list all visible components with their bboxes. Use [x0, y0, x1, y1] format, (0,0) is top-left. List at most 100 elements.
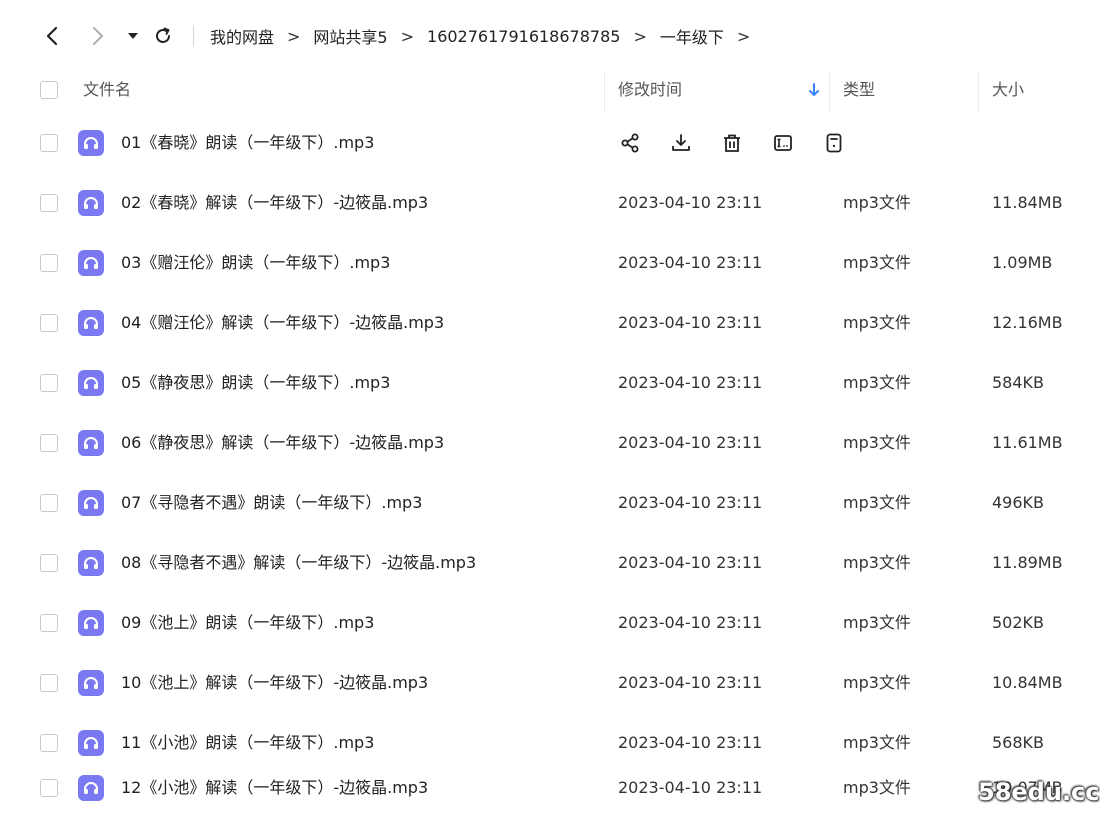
navigation-bar: 我的网盘 > 网站共享5 > 1602761791618678785 > 一年级… [0, 0, 1100, 72]
column-divider[interactable] [978, 72, 979, 112]
column-header-modified[interactable]: 修改时间 [618, 72, 682, 108]
file-type: mp3文件 [843, 613, 911, 632]
file-modified-time: 2023-04-10 23:11 [618, 433, 763, 452]
file-modified-time: 2023-04-10 23:11 [618, 193, 763, 212]
file-row[interactable]: 08《寻隐者不遇》解读（一年级下）-边筱晶.mp3 2023-04-10 23:… [0, 533, 1100, 593]
download-button[interactable] [669, 131, 693, 155]
breadcrumb-item[interactable]: 我的网盘 [210, 24, 274, 48]
headphones-icon [84, 317, 98, 329]
row-checkbox[interactable] [40, 434, 58, 452]
chevron-left-icon [46, 26, 58, 46]
row-checkbox[interactable] [40, 254, 58, 272]
headphones-icon [84, 677, 98, 689]
headphones-icon [84, 617, 98, 629]
file-modified-time: 2023-04-10 23:11 [618, 613, 763, 632]
audio-file-icon [78, 490, 104, 516]
file-name[interactable]: 01《春晓》朗读（一年级下）.mp3 [121, 113, 374, 173]
back-button[interactable] [40, 22, 64, 50]
delete-button[interactable] [720, 131, 744, 155]
file-name[interactable]: 03《赠汪伦》朗读（一年级下）.mp3 [121, 233, 390, 293]
forward-button[interactable] [86, 22, 110, 50]
file-type: mp3文件 [843, 253, 911, 272]
audio-file-icon [78, 550, 104, 576]
file-row[interactable]: 01《春晓》朗读（一年级下）.mp3 [0, 113, 1100, 173]
row-checkbox[interactable] [40, 314, 58, 332]
file-modified-time: 2023-04-10 23:11 [618, 553, 763, 572]
audio-file-icon [78, 610, 104, 636]
row-checkbox[interactable] [40, 614, 58, 632]
chevron-right-icon [93, 27, 103, 45]
column-divider[interactable] [829, 72, 830, 112]
file-row[interactable]: 07《寻隐者不遇》朗读（一年级下）.mp3 2023-04-10 23:11 m… [0, 473, 1100, 533]
row-checkbox[interactable] [40, 374, 58, 392]
file-size: 1.09MB [992, 253, 1053, 272]
row-checkbox[interactable] [40, 194, 58, 212]
column-header-name[interactable]: 文件名 [83, 72, 131, 108]
breadcrumb: 我的网盘 > 网站共享5 > 1602761791618678785 > 一年级… [210, 22, 763, 50]
audio-file-icon [78, 775, 104, 801]
file-name[interactable]: 10《池上》解读（一年级下）-边筱晶.mp3 [121, 653, 428, 713]
audio-file-icon [78, 730, 104, 756]
more-button[interactable] [822, 131, 846, 155]
file-size: 584KB [992, 373, 1045, 392]
file-size: 502KB [992, 613, 1045, 632]
file-name[interactable]: 07《寻隐者不遇》朗读（一年级下）.mp3 [121, 473, 422, 533]
row-checkbox[interactable] [40, 494, 58, 512]
audio-file-icon [78, 250, 104, 276]
file-type: mp3文件 [843, 493, 911, 512]
sort-descending-icon[interactable] [807, 82, 821, 98]
breadcrumb-separator: > [400, 26, 415, 46]
file-row[interactable]: 03《赠汪伦》朗读（一年级下）.mp3 2023-04-10 23:11 mp3… [0, 233, 1100, 293]
file-name[interactable]: 08《寻隐者不遇》解读（一年级下）-边筱晶.mp3 [121, 533, 476, 593]
breadcrumb-separator: > [633, 26, 647, 46]
share-button[interactable] [618, 131, 642, 155]
file-row[interactable]: 10《池上》解读（一年级下）-边筱晶.mp3 2023-04-10 23:11 … [0, 653, 1100, 713]
column-header-type[interactable]: 类型 [843, 72, 875, 108]
breadcrumb-item[interactable]: 网站共享5 [313, 24, 387, 48]
file-row[interactable]: 04《赠汪伦》解读（一年级下）-边筱晶.mp3 2023-04-10 23:11… [0, 293, 1100, 353]
file-row[interactable]: 12《小池》解读（一年级下）-边筱晶.mp3 2023-04-10 23:11 … [0, 758, 1100, 818]
file-row[interactable]: 02《春晓》解读（一年级下）-边筱晶.mp3 2023-04-10 23:11 … [0, 173, 1100, 233]
column-divider[interactable] [604, 72, 605, 112]
row-hover-actions [618, 131, 873, 155]
select-all-checkbox[interactable] [40, 81, 58, 99]
headphones-icon [84, 197, 98, 209]
headphones-icon [84, 377, 98, 389]
share-icon [621, 133, 639, 153]
file-type: mp3文件 [843, 373, 911, 392]
file-list-header: 文件名 修改时间 类型 大小 [0, 72, 1100, 112]
file-row[interactable]: 05《静夜思》朗读（一年级下）.mp3 2023-04-10 23:11 mp3… [0, 353, 1100, 413]
row-checkbox[interactable] [40, 134, 58, 152]
row-checkbox[interactable] [40, 734, 58, 752]
audio-file-icon [78, 430, 104, 456]
headphones-icon [84, 437, 98, 449]
refresh-button[interactable] [151, 22, 175, 50]
audio-file-icon [78, 670, 104, 696]
breadcrumb-separator: > [736, 26, 751, 46]
file-row[interactable]: 09《池上》朗读（一年级下）.mp3 2023-04-10 23:11 mp3文… [0, 593, 1100, 653]
file-name[interactable]: 12《小池》解读（一年级下）-边筱晶.mp3 [121, 758, 428, 818]
file-name[interactable]: 04《赠汪伦》解读（一年级下）-边筱晶.mp3 [121, 293, 444, 353]
breadcrumb-item[interactable]: 一年级下 [660, 24, 724, 48]
file-size: 11.61MB [992, 433, 1063, 452]
file-size: 10.84MB [992, 673, 1063, 692]
column-header-size[interactable]: 大小 [992, 72, 1024, 108]
history-dropdown-button[interactable] [124, 22, 142, 50]
row-checkbox[interactable] [40, 554, 58, 572]
file-name[interactable]: 05《静夜思》朗读（一年级下）.mp3 [121, 353, 390, 413]
file-name[interactable]: 06《静夜思》解读（一年级下）-边筱晶.mp3 [121, 413, 444, 473]
breadcrumb-separator: > [287, 26, 301, 46]
file-name[interactable]: 02《春晓》解读（一年级下）-边筱晶.mp3 [121, 173, 428, 233]
file-name[interactable]: 09《池上》朗读（一年级下）.mp3 [121, 593, 374, 653]
download-icon [672, 134, 690, 151]
file-modified-time: 2023-04-10 23:11 [618, 373, 763, 392]
row-checkbox[interactable] [40, 779, 58, 797]
row-checkbox[interactable] [40, 674, 58, 692]
caret-down-icon [128, 33, 138, 39]
file-modified-time: 2023-04-10 23:11 [618, 778, 763, 797]
rename-button[interactable] [771, 131, 795, 155]
file-row[interactable]: 06《静夜思》解读（一年级下）-边筱晶.mp3 2023-04-10 23:11… [0, 413, 1100, 473]
audio-file-icon [78, 190, 104, 216]
breadcrumb-item[interactable]: 1602761791618678785 [427, 27, 620, 46]
file-size: 11.89MB [992, 553, 1063, 572]
